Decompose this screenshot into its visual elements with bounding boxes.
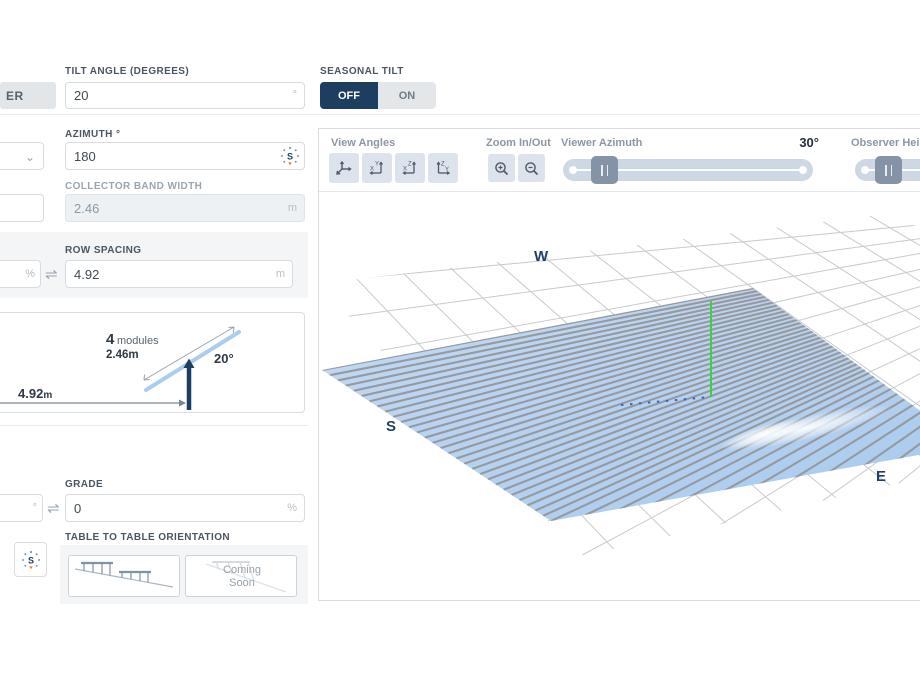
percent-suffix: % [25, 268, 35, 280]
axes-3d-icon [335, 159, 353, 177]
observer-height-label: Observer Height [851, 137, 920, 149]
compass-south-label: S [386, 418, 396, 435]
degree-suffix: ° [293, 89, 297, 101]
zoom-in-icon [493, 160, 510, 177]
diagram-band-width: 2.46m [106, 349, 139, 361]
diagram-modules-word: modules [117, 335, 159, 347]
seasonal-tilt-off-button[interactable]: OFF [320, 82, 378, 109]
diagram-spacing-value: 4.92m [18, 386, 52, 401]
swap-icon: ⇌ [47, 501, 60, 516]
section-divider [0, 114, 920, 115]
grade-label: GRADE [65, 479, 103, 490]
coming-soon-text: Coming Soon [186, 564, 298, 589]
left-stub-input[interactable] [0, 194, 44, 222]
seasonal-tilt-on-button[interactable]: ON [378, 82, 436, 109]
left-dropdown[interactable]: ⌄ [0, 142, 44, 170]
grade-field-wrap: % [65, 494, 305, 522]
solar-layout-configurator: ER TILT ANGLE (DEGREES) ° SEASONAL TILT … [0, 0, 920, 690]
svg-text:X: X [370, 167, 374, 173]
grade-degree-wrap: ° [0, 494, 43, 522]
row-spacing-input[interactable] [65, 260, 293, 288]
zoom-in-button[interactable] [488, 154, 515, 182]
azimuth-field-wrap: S [65, 142, 305, 170]
zoom-out-button[interactable] [518, 154, 545, 182]
view-3d-axes-button[interactable] [329, 153, 359, 183]
svg-text:Z: Z [408, 162, 412, 168]
tilt-angle-label: TILT ANGLE (DEGREES) [65, 66, 189, 77]
section-divider [0, 425, 308, 426]
slider-start-dot [861, 166, 869, 174]
solar-array-3d-view: W S E [319, 191, 920, 601]
axes-xy-icon: Y X [368, 159, 386, 177]
collector-band-width-input [65, 194, 305, 222]
degree-suffix: ° [33, 502, 37, 514]
tilt-angle-input[interactable] [65, 82, 305, 109]
compass-south-letter: S [287, 152, 293, 162]
compass-orange-pointer [288, 162, 291, 165]
racking-type-button[interactable]: ER [0, 82, 56, 109]
percent-suffix: % [287, 502, 297, 514]
svg-text:X: X [403, 167, 407, 173]
viewer-azimuth-handle[interactable] [591, 156, 618, 184]
azimuth-label: AZIMUTH ° [65, 129, 120, 140]
viewer-azimuth-value: 30° [774, 135, 819, 150]
zoom-in-out-label: Zoom In/Out [486, 137, 551, 149]
row-spacing-field-wrap: m [65, 260, 293, 288]
azimuth-input[interactable] [65, 142, 305, 170]
racking-type-label: ER [6, 89, 24, 103]
axes-xz-icon: Z X [401, 159, 419, 177]
table-orientation-label: TABLE TO TABLE ORIENTATION [65, 532, 230, 543]
observer-height-handle[interactable] [875, 156, 902, 184]
diagram-tilt-value: 20° [214, 351, 234, 366]
zoom-out-icon [523, 160, 540, 177]
meter-suffix: m [288, 202, 297, 214]
compass-west-label: W [534, 248, 549, 265]
svg-text:S: S [27, 555, 33, 565]
grade-input[interactable] [65, 494, 305, 522]
orientation-compass-button[interactable]: S [14, 542, 47, 577]
slider-start-dot [569, 166, 577, 174]
observer-height-slider[interactable] [855, 159, 920, 181]
viewer-azimuth-slider[interactable] [563, 159, 813, 181]
svg-text:Y: Y [375, 162, 379, 168]
orientation-option-stepped[interactable] [68, 555, 180, 597]
row-spacing-percent-wrap: % [0, 260, 41, 288]
stepped-tables-icon [69, 556, 179, 596]
viewer-toolbar: View Angles Y X [319, 129, 920, 192]
seasonal-tilt-label: SEASONAL TILT [320, 66, 404, 77]
seasonal-tilt-toggle: OFF ON [320, 82, 436, 109]
orientation-option-coming-soon[interactable]: Coming Soon [185, 555, 297, 597]
viewer-azimuth-label: Viewer Azimuth [561, 137, 642, 149]
scene-viewport[interactable]: W S E [319, 191, 920, 601]
compass-east-label: E [876, 468, 886, 485]
viewer-panel: View Angles Y X [318, 128, 920, 601]
diagram-modules-count: 4 [106, 331, 115, 348]
compass-icon[interactable]: S [279, 145, 301, 167]
view-zy-button[interactable]: Z Y [428, 153, 458, 183]
chevron-down-icon: ⌄ [25, 151, 35, 163]
row-spacing-label: ROW SPACING [65, 245, 141, 256]
tilt-angle-field-wrap: ° [65, 82, 305, 109]
collector-band-width-label: COLLECTOR BAND WIDTH [65, 181, 202, 192]
svg-text:Y: Y [445, 167, 449, 173]
swap-icon: ⇌ [45, 267, 58, 282]
slider-end-dot [799, 166, 807, 174]
row-spacing-diagram: 4 modules 2.46m 20° 4.92m [0, 312, 305, 413]
collector-field-wrap: m [65, 194, 305, 222]
axes-zy-icon: Z Y [434, 159, 452, 177]
compass-icon: S [20, 549, 42, 571]
meter-suffix: m [276, 268, 285, 280]
view-angles-label: View Angles [331, 137, 395, 149]
view-xy-button[interactable]: Y X [362, 153, 392, 183]
view-xz-button[interactable]: Z X [395, 153, 425, 183]
